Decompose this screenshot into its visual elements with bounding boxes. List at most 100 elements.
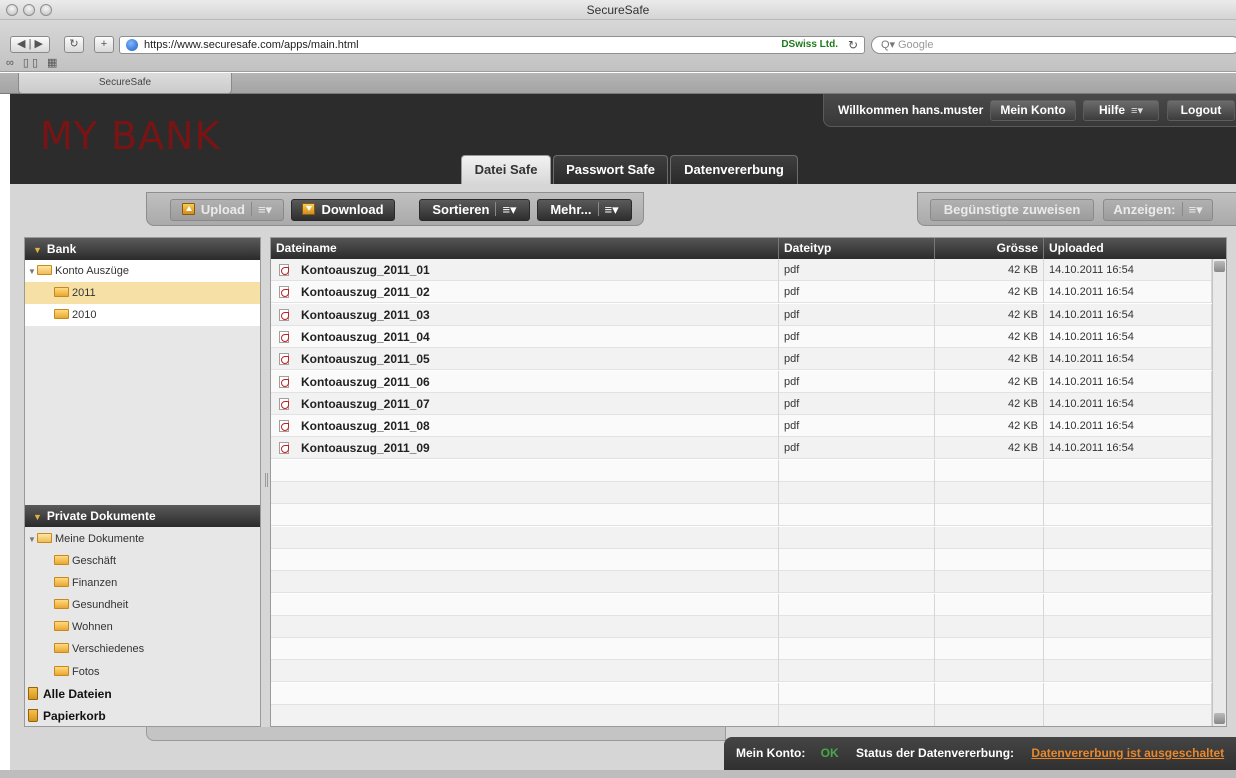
url-text: https://www.securesafe.com/apps/main.htm… — [144, 39, 359, 51]
cell-name — [271, 526, 779, 549]
tree-item-trash[interactable]: Papierkorb — [25, 705, 260, 727]
account-button[interactable]: Mein Konto — [990, 100, 1076, 121]
cell-type: pdf — [779, 259, 935, 281]
user-bar: Willkommen hans.muster Mein Konto Hilfe ≡… — [823, 94, 1236, 127]
tab-datenvererbung[interactable]: Datenvererbung — [670, 155, 798, 184]
cell-size: 42 KB — [935, 392, 1044, 415]
inheritance-status-link[interactable]: Datenvererbung ist ausgeschaltet — [1031, 746, 1224, 760]
certificate-owner[interactable]: DSwiss Ltd. — [781, 37, 838, 53]
tree-item-verschiedenes[interactable]: Verschiedenes — [25, 638, 260, 660]
more-menu-icon: ≡▾ — [604, 202, 619, 217]
cell-name: Kontoauszug_2011_05 — [271, 348, 779, 371]
upload-button-label: Upload — [200, 202, 245, 217]
cell-name — [271, 571, 779, 594]
tree-item-fotos[interactable]: Fotos — [25, 661, 260, 683]
table-row[interactable]: Kontoauszug_2011_05 pdf 42 KB 14.10.2011 16… — [271, 348, 1212, 371]
tree-item-gesundheit[interactable]: Gesundheit — [25, 594, 260, 616]
menu-dropdown-icon: ≡▾ — [1131, 105, 1143, 117]
download-button[interactable]: Download — [291, 199, 395, 221]
section-header-bank[interactable]: ▼ Bank — [25, 238, 260, 260]
table-row[interactable]: Kontoauszug_2011_03 pdf 42 KB 14.10.2011 16… — [271, 303, 1212, 326]
tree-item-all-files[interactable]: Alle Dateien — [25, 683, 260, 705]
back-forward-buttons[interactable]: ◀ | ▶ — [10, 36, 50, 53]
folder-open-icon — [37, 533, 52, 543]
more-button[interactable]: Mehr... ≡▾ — [537, 199, 632, 221]
column-header-size[interactable]: Grösse — [935, 238, 1044, 259]
column-header-uploaded[interactable]: Uploaded — [1044, 238, 1212, 259]
cell-type: pdf — [779, 415, 935, 438]
cell-type — [779, 482, 935, 504]
table-row[interactable]: Kontoauszug_2011_04 pdf 42 KB 14.10.2011 16… — [271, 325, 1212, 348]
column-header-name[interactable]: Dateiname — [271, 238, 779, 259]
tree-item-2010[interactable]: 2010 — [25, 304, 260, 326]
scroll-up-button[interactable] — [1214, 261, 1225, 272]
table-row[interactable]: Kontoauszug_2011_07 pdf 42 KB 14.10.2011 16… — [271, 392, 1212, 415]
tree-item-geschaeft[interactable]: Geschäft — [25, 550, 260, 572]
table-row-empty — [271, 660, 1212, 683]
table-row[interactable]: Kontoauszug_2011_06 pdf 42 KB 14.10.2011 16… — [271, 370, 1212, 393]
logout-button[interactable]: Logout — [1167, 100, 1235, 121]
account-status-value[interactable]: OK — [821, 746, 839, 760]
tree-item-konto-auszuege[interactable]: ▼ Konto Auszüge — [25, 260, 260, 282]
reload-button[interactable]: ↻ — [64, 36, 84, 53]
scroll-down-button[interactable] — [1214, 713, 1225, 724]
sort-button[interactable]: Sortieren ≡▾ — [419, 199, 530, 221]
cell-text: 14.10.2011 16:54 — [1049, 308, 1134, 321]
cell-text: Kontoauszug_2011_08 — [301, 419, 430, 434]
upload-button[interactable]: Upload ≡▾ — [170, 199, 284, 221]
address-bar[interactable]: https://www.securesafe.com/apps/main.htm… — [119, 36, 865, 54]
cell-name: Kontoauszug_2011_01 — [271, 259, 779, 281]
help-button[interactable]: Hilfe ≡▾ — [1083, 100, 1159, 121]
tree-item-label: 2010 — [72, 309, 97, 321]
expand-arrow-icon[interactable]: ▼ — [28, 261, 37, 283]
table-row[interactable]: Kontoauszug_2011_02 pdf 42 KB 14.10.2011 16… — [271, 281, 1212, 304]
add-bookmark-button[interactable]: + — [94, 36, 114, 53]
cell-uploaded — [1044, 593, 1212, 616]
reload-icon[interactable]: ↻ — [848, 37, 858, 53]
pdf-file-icon — [279, 442, 289, 455]
table-row[interactable]: Kontoauszug_2011_08 pdf 42 KB 14.10.2011 16… — [271, 415, 1212, 438]
table-row-empty — [271, 682, 1212, 705]
cell-text: 14.10.2011 16:54 — [1049, 353, 1134, 366]
cell-text: pdf — [784, 375, 800, 388]
cell-text: pdf — [784, 397, 800, 410]
tree-item-meine-dokumente[interactable]: ▼ Meine Dokumente — [25, 528, 260, 550]
section-header-private[interactable]: ▼ Private Dokumente — [25, 505, 260, 527]
browser-toolbar: ◀ | ▶ ↻ + https://www.securesafe.com/app… — [0, 20, 1236, 72]
cell-text: 42 KB — [1008, 330, 1038, 343]
cell-uploaded: 14.10.2011 16:54 — [1044, 392, 1212, 415]
bookmarks-bar-icons[interactable]: ∞ ▯▯ ▦ — [6, 56, 60, 69]
column-header-label: Uploaded — [1049, 241, 1104, 255]
table-row[interactable]: Kontoauszug_2011_09 pdf 42 KB 14.10.2011 16… — [271, 437, 1212, 460]
tree-item-label: Finanzen — [72, 577, 118, 589]
download-icon — [302, 203, 316, 215]
trash-icon — [28, 709, 38, 722]
browser-tabbar: SecureSafe — [0, 73, 1236, 94]
expand-arrow-icon[interactable]: ▼ — [28, 529, 37, 551]
search-input[interactable]: Q▾ Google — [871, 36, 1236, 54]
cell-size: 42 KB — [935, 259, 1044, 281]
panel-splitter-handle[interactable] — [265, 473, 268, 487]
cell-uploaded: 14.10.2011 16:54 — [1044, 348, 1212, 371]
cell-text: 42 KB — [1008, 375, 1038, 388]
table-row[interactable]: Kontoauszug_2011_01 pdf 42 KB 14.10.2011 16… — [271, 259, 1212, 281]
folder-icon — [54, 666, 69, 676]
tab-passwort-safe[interactable]: Passwort Safe — [553, 155, 668, 184]
cell-text: 42 KB — [1008, 353, 1038, 366]
tab-datei-safe[interactable]: Datei Safe — [461, 155, 551, 184]
tree-item-wohnen[interactable]: Wohnen — [25, 616, 260, 638]
browser-tab[interactable]: SecureSafe — [18, 73, 232, 94]
cell-uploaded — [1044, 548, 1212, 571]
view-button[interactable]: Anzeigen: ≡▾ — [1103, 199, 1213, 221]
table-row-empty — [271, 482, 1212, 504]
tree-item-label: Konto Auszüge — [55, 265, 130, 277]
column-header-label: Dateityp — [784, 241, 832, 255]
tree-item-label: Fotos — [72, 666, 100, 678]
assign-beneficiaries-button[interactable]: Begünstigte zuweisen — [930, 199, 1094, 221]
cell-size — [935, 638, 1044, 661]
vertical-scrollbar[interactable] — [1212, 259, 1226, 726]
tree-item-2011[interactable]: 2011 — [25, 282, 260, 304]
tree-item-finanzen[interactable]: Finanzen — [25, 572, 260, 594]
column-header-type[interactable]: Dateityp — [779, 238, 935, 259]
folder-icon — [54, 577, 69, 587]
